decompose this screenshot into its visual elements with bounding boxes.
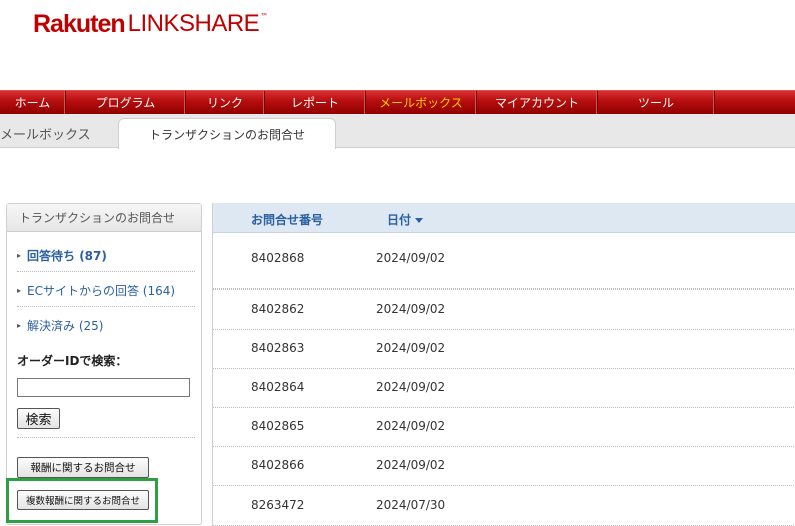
main-nav: ホーム プログラム リンク レポート メールボックス マイアカウント ツール [0, 90, 795, 114]
reward-inquiry-button[interactable]: 報酬に関するお問合せ [17, 457, 149, 478]
sidebar-item-ec-replies[interactable]: ▸ ECサイトからの回答 (164) [17, 282, 175, 299]
table-row[interactable]: 8402866 2024/09/02 [213, 447, 795, 486]
nav-reports[interactable]: レポート [265, 91, 366, 114]
table-row[interactable]: 8402863 2024/09/02 [213, 330, 795, 369]
sub-tab-bar: メールボックス トランザクションのお問合せ [0, 114, 795, 149]
page: Rakuten LINKSHARE ™ ホーム プログラム リンク レポート メ… [0, 0, 795, 526]
inquiry-number[interactable]: 8402862 [251, 302, 304, 316]
inquiry-date: 2024/09/02 [376, 458, 446, 472]
nav-programs[interactable]: プログラム [66, 91, 186, 114]
table-row[interactable]: 8263472 2024/07/30 [213, 486, 795, 526]
sidebar-item-awaiting-reply[interactable]: ▸ 回答待ち (87) [17, 247, 107, 264]
inquiry-date: 2024/09/02 [376, 419, 446, 433]
sort-desc-icon [415, 218, 424, 223]
bullet-arrow-icon: ▸ [17, 321, 22, 330]
nav-links[interactable]: リンク [186, 91, 265, 114]
inquiry-number[interactable]: 8402868 [251, 251, 304, 265]
table-row[interactable]: 8402864 2024/09/02 [213, 369, 795, 408]
multiple-reward-inquiry-button[interactable]: 複数報酬に関するお問合せ [17, 490, 149, 510]
bullet-arrow-icon: ▸ [17, 251, 22, 260]
inquiry-date: 2024/09/02 [376, 251, 446, 265]
table-row[interactable]: 8402868 2024/09/02 [213, 233, 795, 289]
table-row[interactable]: 8402862 2024/09/02 [213, 290, 795, 330]
nav-my-account[interactable]: マイアカウント [477, 91, 598, 114]
order-id-search-label: オーダーIDで検索： [17, 354, 128, 368]
sidebar: トランザクションのお問合せ ▸ 回答待ち (87) ▸ ECサイトからの回答 (… [6, 203, 202, 525]
column-header-date[interactable]: 日付 [387, 211, 424, 228]
divider [17, 271, 195, 272]
inquiry-number[interactable]: 8402863 [251, 341, 304, 355]
inquiry-number[interactable]: 8402865 [251, 419, 304, 433]
bullet-arrow-icon: ▸ [17, 286, 22, 295]
nav-tools[interactable]: ツール [598, 91, 715, 114]
sidebar-item-label: ECサイトからの回答 (164) [27, 284, 176, 298]
table-row[interactable]: 8402865 2024/09/02 [213, 408, 795, 447]
sidebar-item-resolved[interactable]: ▸ 解決済み (25) [17, 317, 103, 334]
nav-home[interactable]: ホーム [0, 91, 66, 114]
inquiry-date: 2024/09/02 [376, 380, 446, 394]
order-id-search-input[interactable] [17, 378, 190, 397]
inquiry-number[interactable]: 8402864 [251, 380, 304, 394]
inquiries-table: お問合せ番号 日付 8402868 2024/09/02 8402862 202… [212, 203, 795, 526]
inquiry-date: 2024/07/30 [376, 498, 446, 512]
tab-transaction-inquiry[interactable]: トランザクションのお問合せ [118, 118, 336, 149]
tab-mailbox[interactable]: メールボックス [0, 124, 91, 143]
sidebar-title: トランザクションのお問合せ [7, 204, 201, 232]
rakuten-linkshare-logo[interactable]: Rakuten LINKSHARE ™ [33, 10, 268, 40]
logo-linkshare-text: LINKSHARE [127, 10, 260, 37]
inquiry-date: 2024/09/02 [376, 341, 446, 355]
inquiry-number[interactable]: 8263472 [251, 498, 304, 512]
nav-mailbox[interactable]: メールボックス [366, 91, 477, 114]
search-button[interactable]: 検索 [17, 408, 60, 429]
logo-trademark: ™ [260, 12, 269, 21]
divider [17, 306, 195, 307]
inquiry-number[interactable]: 8402866 [251, 458, 304, 472]
table-header: お問合せ番号 日付 [213, 203, 795, 233]
column-header-inquiry-number[interactable]: お問合せ番号 [251, 211, 323, 228]
divider [17, 437, 195, 438]
inquiry-date: 2024/09/02 [376, 302, 446, 316]
sidebar-item-label: 解決済み (25) [27, 319, 104, 333]
logo-rakuten-text: Rakuten [33, 10, 126, 38]
column-header-date-label: 日付 [387, 213, 412, 227]
sidebar-item-label: 回答待ち (87) [27, 249, 107, 263]
